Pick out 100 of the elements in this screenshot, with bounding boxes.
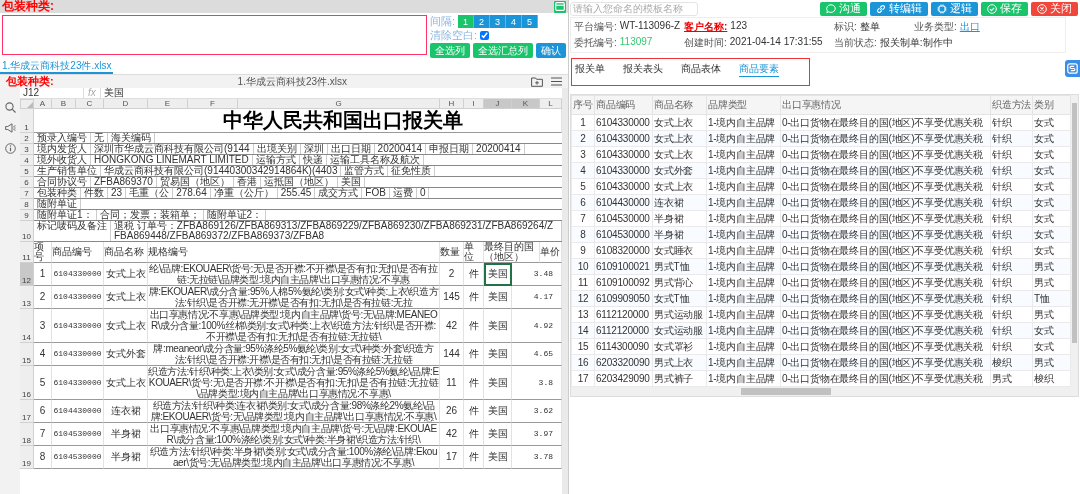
column-heading: 织造方法 [990, 95, 1033, 115]
function-label: fx [84, 88, 101, 98]
column-header[interactable]: B [52, 99, 76, 109]
formula-field[interactable]: 美国 [100, 88, 562, 98]
column-header[interactable]: I [464, 99, 484, 109]
row-number: 17 [20, 400, 34, 423]
field-label: 业务类型: [914, 20, 957, 34]
window-icon[interactable] [554, 0, 566, 13]
clear-blank-label: 清除空白: [430, 29, 478, 42]
checkbox[interactable] [480, 31, 490, 40]
table-cell: 6 [34, 400, 52, 423]
column-header[interactable]: A [34, 99, 52, 109]
table-cell: 0-出口货物在最终目的国(地区)不享受优惠关税 [780, 370, 991, 387]
table-cell: 生产销售单位 [34, 166, 101, 176]
interval-button[interactable]: 2 [474, 15, 491, 28]
tab[interactable]: 商品要素 [739, 59, 779, 77]
table-cell: 8 [34, 446, 52, 469]
table-cell: 净重（公斤） [210, 188, 278, 198]
table-cell: 牌:EKOUAER\成分含量:95%人棉5%氨纶\类别:女式\种类:上衣\织造方法:针织\是否开襟:无开襟\是否有扣:无扣\是否有拉链:无拉 [148, 286, 440, 309]
link-button[interactable]: 转编辑 [870, 1, 928, 16]
table-cell: 标记唛码及备注 [34, 221, 111, 241]
table-cell: 6104530000 [52, 423, 104, 446]
table-cell: 女式睡衣 [652, 242, 707, 259]
table-cell: 运抵国（地区） [260, 177, 338, 187]
scrollbar[interactable] [562, 88, 568, 494]
table-cell: 6104330000 [594, 178, 653, 195]
close-button[interactable]: 关闭 [1031, 1, 1078, 16]
table-cell: 件 [464, 423, 484, 446]
column-header[interactable]: L [540, 99, 562, 109]
table-cell: 深圳市华成云商科技有限公司(9144 [91, 144, 254, 154]
table-cell: 美国 [484, 400, 512, 423]
table-cell: 针织 [990, 242, 1033, 259]
table-cell: 半身裙 [104, 423, 148, 446]
tab[interactable]: 报关表头 [623, 59, 663, 77]
column-header[interactable]: D [104, 99, 148, 109]
template-name-field[interactable]: 请输入您命名的模板名称 [570, 1, 698, 16]
tab[interactable]: 报关单 [575, 59, 605, 77]
table-cell: 20200414 [374, 144, 427, 154]
table-cell: 件数 [81, 188, 108, 198]
column-header[interactable]: C [76, 99, 104, 109]
table-cell: 1-境内自主品牌 [706, 338, 781, 355]
table-cell: 织造方法:针织\种类:半身裙\类别:女式\成分含量:100%涤纶\品牌:Ekouaer\货号:无\品牌类型:境内自主品牌\出口享惠情况:不享惠\ [148, 446, 440, 469]
column-header[interactable]: F [188, 99, 238, 109]
column-header[interactable]: K [512, 99, 540, 109]
field-value: 113097 [619, 36, 653, 49]
table-cell: 件 [464, 446, 484, 469]
table-cell: 针织 [990, 178, 1033, 195]
interval-button[interactable]: 3 [490, 15, 507, 28]
column-header[interactable]: H [440, 99, 464, 109]
column-header[interactable]: J [484, 99, 512, 109]
table-cell: 6104530000 [52, 446, 104, 469]
row-number: 12 [20, 263, 34, 286]
column-header[interactable]: G [238, 99, 440, 109]
table-cell: 针织 [990, 146, 1033, 163]
column-header[interactable]: E [148, 99, 188, 109]
business-type-link[interactable]: 出口 [959, 20, 980, 34]
field-label: 平台编号: [574, 20, 617, 34]
megaphone-icon[interactable] [4, 123, 16, 133]
chip-button[interactable]: 逻辑 [931, 1, 978, 16]
table-cell: 随附单证 [34, 199, 81, 209]
scrollbar[interactable] [571, 387, 1078, 396]
table-cell: 6104330000 [52, 286, 104, 309]
floating-s-icon[interactable] [1065, 60, 1080, 77]
field-label: 当前状态: [834, 36, 877, 50]
table-cell: 女式 [1032, 178, 1071, 195]
table-cell: 梭织 [1032, 370, 1071, 387]
table-cell: 海关编码 [108, 133, 155, 143]
info-icon[interactable] [4, 143, 16, 154]
table-cell: 20200414 [473, 144, 525, 154]
interval-label: 间隔: [430, 15, 456, 28]
row-number: 14 [20, 309, 34, 343]
packaging-label: 包装种类: [6, 75, 54, 88]
table-cell: 1-境内自主品牌 [706, 210, 781, 227]
table-cell: 随附单证2： [203, 210, 267, 220]
tab[interactable]: 商品表体 [681, 59, 721, 77]
cell-reference-field[interactable]: J12 [20, 88, 84, 98]
interval-button[interactable]: 5 [522, 15, 539, 28]
table-cell: 女式 [1032, 114, 1071, 131]
table-cell: 0-出口货物在最终目的国(地区)不享受优惠关税 [780, 242, 991, 259]
scrollbar[interactable] [1071, 95, 1078, 387]
table-cell: 毛重（公 [126, 188, 174, 198]
folder-plus-icon[interactable] [531, 76, 543, 87]
table-cell: 件 [464, 343, 484, 366]
table-cell: 运输方式 [252, 155, 300, 165]
table-cell: 1 [571, 114, 595, 131]
text-area[interactable] [2, 15, 427, 55]
table-cell: 女式上衣 [104, 309, 148, 343]
table-cell: 26 [440, 400, 464, 423]
table-cell: 2 [440, 263, 464, 286]
column-heading: 商品名称 [652, 95, 707, 115]
table-cell: 0-出口货物在最终目的国(地区)不享受优惠关税 [780, 274, 991, 291]
table-cell: 牌:meaneor\成分含量:95%涤纶5%氨纶\类别:女式\种类:外套\织造方法:针织\是否开襟:开襟\是否有扣:无扣\是否有拉链:无拉链 [148, 343, 440, 366]
search-icon[interactable] [4, 102, 16, 113]
column-heading: 商品编码 [594, 95, 653, 115]
table-cell: ZFBA869370 [91, 177, 157, 187]
table-cell: 出口享惠情况:不享惠\品牌类型:境内自主品牌\货号:无\品牌:MEANEOR\成分含量:100%丝棉\类别:女式\种类:上衣\织造方法:针织\是否开襟:不开襟\是否有扣:无扣\是否有拉链:无拉链\ [148, 309, 440, 343]
action-button[interactable]: 确认 [536, 43, 566, 58]
interval-button[interactable]: 4 [506, 15, 523, 28]
table-cell: 件 [464, 309, 484, 343]
menu-icon[interactable] [551, 77, 562, 86]
